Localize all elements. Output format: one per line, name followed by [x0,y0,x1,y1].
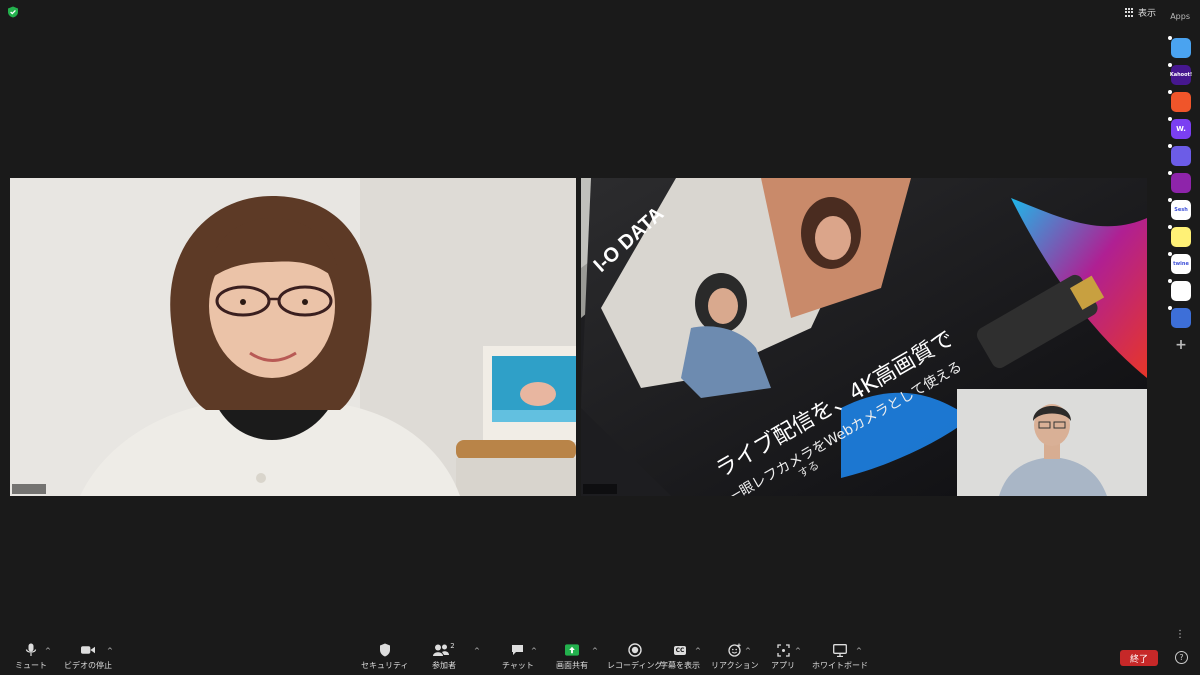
self-view-thumbnail[interactable] [957,389,1147,496]
app-badge-dot [1168,90,1172,94]
end-meeting-button[interactable]: 終了 [1120,650,1158,666]
audio-options-caret[interactable]: ^ [45,647,51,655]
app-badge-dot [1168,198,1172,202]
kahoot-app-label: Kahoot! [1169,72,1193,78]
chat-label: チャット [502,661,534,670]
security-label: セキュリティ [361,661,409,670]
w-app-icon[interactable]: W. [1168,117,1191,139]
reactions-options-caret[interactable]: ^ [745,647,751,655]
share-screen-button[interactable]: 画面共有 [556,643,588,671]
record-icon [628,643,642,657]
help-icon[interactable]: ? [1175,651,1188,664]
participant-video-2[interactable]: I-O DATA ライブ配信を、4K高画質で 一眼レフカメラをWebカメラとして… [581,178,1147,496]
twine-app-label: twine [1173,261,1189,267]
microphone-icon [24,643,38,657]
headset-app-icon[interactable] [1168,144,1191,166]
sesh-app-icon[interactable]: Sesh [1168,198,1191,220]
encryption-shield-icon[interactable] [7,6,19,18]
share-options-caret[interactable]: ^ [592,647,598,655]
participants-button[interactable]: 2 参加者 [432,642,456,671]
twine-app-icon[interactable]: twine [1168,252,1191,274]
apps-panel-title: Apps [1170,12,1190,21]
app-badge-dot [1168,225,1172,229]
recording-button[interactable]: レコーディング [607,643,662,671]
add-app-icon[interactable]: + [1171,335,1191,355]
participant-1-image [10,178,576,496]
mute-button[interactable]: ミュート [15,643,47,671]
apps-sidebar: Kahoot! W. Sesh twine + [1168,36,1193,355]
view-button[interactable]: 表示 [1124,6,1156,19]
apps-frame-icon [776,643,790,657]
app-badge-dot [1168,117,1172,121]
recording-label: レコーディング [607,661,663,670]
reactions-button[interactable]: リアクション [711,643,759,671]
reactions-label: リアクション [711,661,759,670]
meeting-toolbar: ミュート ^ ビデオの停止 ^ セキュリティ 2 参加者 ^ チャット ^ 画面… [0,635,1200,675]
grid-view-icon [1124,8,1134,17]
stop-video-button[interactable]: ビデオの停止 [64,643,112,671]
participant-2-name-tag [583,484,617,494]
share-screen-label: 画面共有 [556,661,588,670]
video-camera-icon [81,643,95,657]
closed-captions-icon: CC [673,645,687,655]
app-badge-dot [1168,279,1172,283]
self-view-image [957,389,1147,496]
app-badge-dot [1168,306,1172,310]
participants-options-caret[interactable]: ^ [474,647,480,655]
apps-button[interactable]: アプリ [771,643,795,671]
participant-video-1[interactable] [10,178,576,496]
more-options-icon[interactable]: ⋮ [1175,629,1185,640]
chat-options-caret[interactable]: ^ [531,647,537,655]
security-button[interactable]: セキュリティ [361,643,409,671]
app-badge-dot [1168,36,1172,40]
zoom-meeting-window: 表示 Apps I-O DATA ライブ配信を、4K高画質で 一眼レフカメラをW… [0,0,1200,675]
apps-label: アプリ [771,661,795,670]
app-badge-dot [1168,144,1172,148]
participants-label: 参加者 [432,661,456,670]
apps-options-caret[interactable]: ^ [795,647,801,655]
whiteboard-label: ホワイトボード [812,661,868,670]
share-screen-icon [565,643,579,657]
app-badge-dot [1168,171,1172,175]
stop-video-label: ビデオの停止 [64,661,112,670]
blocks-app-icon[interactable] [1168,279,1191,301]
w-app-label: W. [1176,125,1186,133]
smiley-plus-icon [728,643,742,657]
smiley-app-icon[interactable] [1168,225,1191,247]
sync-app-icon[interactable] [1168,306,1191,328]
whiteboard-icon [833,643,847,657]
radar-app-icon[interactable] [1168,171,1191,193]
mute-label: ミュート [15,661,47,670]
sesh-app-label: Sesh [1174,207,1188,213]
captions-button[interactable]: CC 字幕を表示 [660,643,700,671]
chat-bubble-icon [511,643,525,657]
chat-button[interactable]: チャット [502,643,534,671]
captions-options-caret[interactable]: ^ [695,647,701,655]
whiteboard-options-caret[interactable]: ^ [856,647,862,655]
captions-label: 字幕を表示 [660,661,700,670]
orange-app-icon[interactable] [1168,90,1191,112]
participants-icon: 2 [432,642,456,657]
view-label: 表示 [1137,9,1156,19]
security-shield-icon [378,643,392,657]
app-badge-dot [1168,63,1172,67]
app-badge-dot [1168,252,1172,256]
video-options-caret[interactable]: ^ [107,647,113,655]
participants-count: 2 [450,642,455,650]
participant-1-name-tag [12,484,46,494]
kahoot-app-icon[interactable]: Kahoot! [1168,63,1193,85]
arrow-app-icon[interactable] [1168,36,1191,58]
